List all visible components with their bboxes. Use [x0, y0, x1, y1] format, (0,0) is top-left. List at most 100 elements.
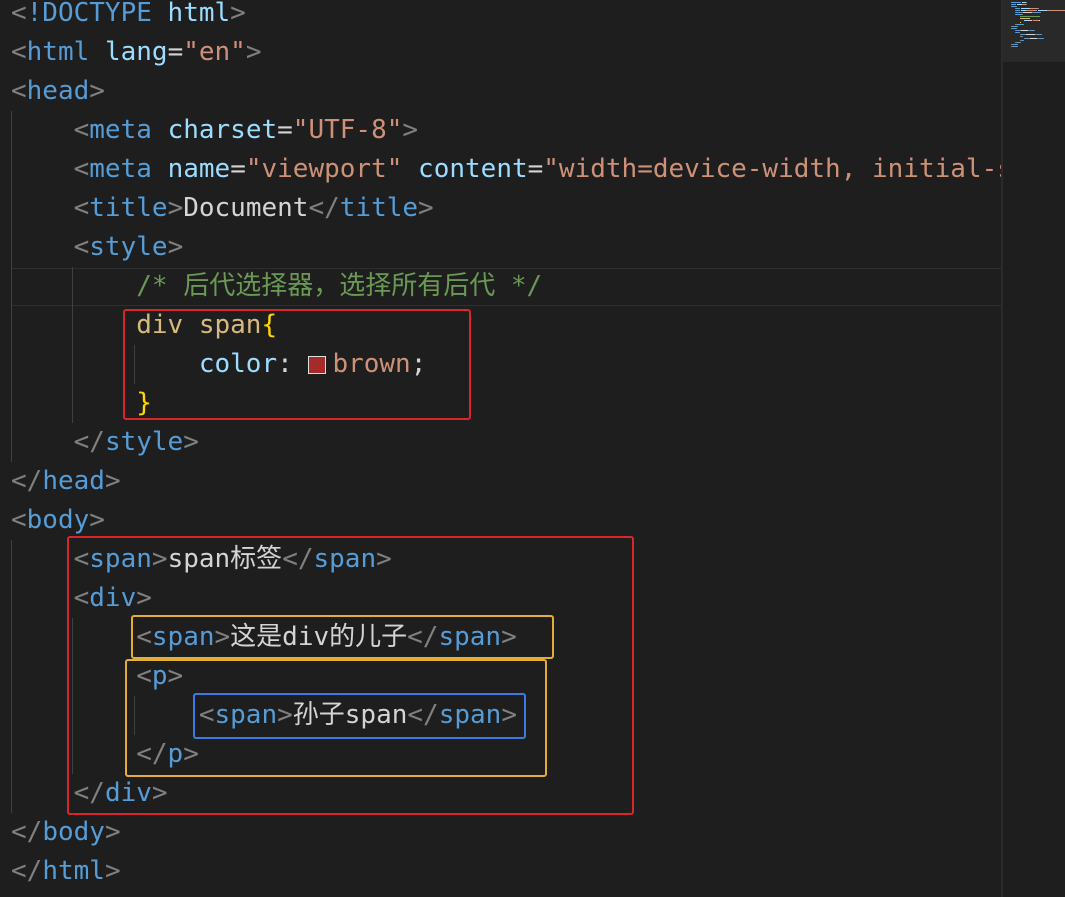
minimap-token	[1020, 16, 1040, 17]
minimap[interactable]	[1003, 0, 1065, 897]
code-token: body	[26, 505, 90, 535]
code-token: </	[73, 427, 105, 457]
minimap-token	[1038, 8, 1039, 9]
code-token: </	[11, 856, 43, 886]
code-line[interactable]: <style>	[11, 228, 184, 267]
code-token: >	[183, 427, 199, 457]
minimap-token	[1016, 10, 1020, 11]
code-token: >	[89, 505, 105, 535]
grandchild-span-highlight-box	[193, 693, 526, 739]
minimap-token	[1016, 28, 1017, 29]
code-line[interactable]: <head>	[11, 72, 105, 111]
code-token: >	[402, 115, 419, 145]
code-token: =	[527, 154, 544, 184]
code-token: </	[11, 817, 43, 847]
minimap-token	[1012, 2, 1021, 3]
code-token: <	[11, 0, 27, 28]
minimap-token	[1023, 40, 1024, 41]
code-token: body	[42, 817, 105, 847]
code-token: =	[277, 115, 293, 145]
minimap-token	[1038, 10, 1046, 11]
code-line[interactable]: <body>	[11, 501, 105, 540]
minimap-token	[1030, 8, 1038, 9]
minimap-token	[1022, 36, 1023, 37]
code-token: /* 后代选择器，选择所有后代 */	[136, 271, 543, 301]
code-line[interactable]: </style>	[11, 423, 199, 462]
code-token: content	[418, 154, 528, 184]
code-token: style	[89, 232, 168, 262]
code-token: title	[339, 193, 419, 223]
minimap-token	[1026, 4, 1027, 5]
code-token: <	[11, 505, 27, 535]
code-token: >	[104, 817, 121, 847]
minimap-token	[1039, 20, 1040, 21]
minimap-token	[1026, 34, 1035, 35]
minimap-token	[1029, 18, 1030, 19]
minimap-token	[1017, 44, 1018, 45]
code-token: meta	[89, 154, 152, 184]
minimap-token	[1043, 38, 1044, 39]
minimap-token	[1023, 24, 1024, 25]
code-token: !DOCTYPE	[26, 0, 152, 28]
child-span-highlight-box	[131, 615, 554, 659]
code-token: <	[11, 76, 27, 106]
code-line[interactable]: </body>	[11, 813, 121, 852]
code-line[interactable]: </head>	[11, 462, 121, 501]
code-token: head	[26, 76, 90, 106]
code-token: "UTF-8"	[292, 115, 403, 145]
minimap-token	[1020, 22, 1021, 23]
minimap-token	[1040, 12, 1041, 13]
code-token: >	[418, 193, 434, 223]
minimap-token	[1030, 38, 1037, 39]
code-token: >	[167, 232, 184, 262]
code-editor[interactable]: <!DOCTYPE html> <html lang="en"> <head> <m…	[0, 0, 1065, 897]
code-line[interactable]: <html lang="en">	[11, 33, 262, 72]
code-token: >	[89, 76, 105, 106]
minimap-token	[1016, 8, 1020, 9]
code-token: </	[308, 193, 340, 223]
code-line[interactable]: <meta charset="UTF-8">	[11, 111, 418, 150]
code-token: Document	[183, 193, 309, 223]
minimap-token	[1016, 6, 1017, 7]
minimap-token	[1026, 10, 1037, 11]
code-token: head	[42, 466, 105, 496]
code-line[interactable]: /* 后代选择器，选择所有后代 */	[11, 267, 542, 306]
code-token: meta	[89, 115, 152, 145]
code-token: lang	[104, 37, 168, 67]
code-token: >	[167, 193, 184, 223]
code-token: charset	[167, 115, 278, 145]
code-line[interactable]: <title>Document</title>	[11, 189, 434, 228]
minimap-token	[1047, 10, 1065, 11]
minimap-token	[1020, 42, 1021, 43]
code-token: <	[73, 115, 90, 145]
code-token: <	[73, 232, 90, 262]
code-token: >	[230, 0, 246, 28]
minimap-token	[1022, 14, 1023, 15]
code-line[interactable]: </html>	[11, 852, 121, 891]
code-token: >	[104, 466, 121, 496]
code-token: <	[73, 193, 90, 223]
code-line[interactable]: <!DOCTYPE html>	[11, 0, 246, 33]
code-token: html	[167, 0, 231, 28]
code-token: =	[167, 37, 184, 67]
editor-text-area[interactable]: <!DOCTYPE html> <html lang="en"> <head> <m…	[0, 0, 1001, 897]
code-line[interactable]: <meta name="viewport" content="width=dev…	[11, 150, 1001, 189]
code-token: <	[73, 154, 90, 184]
minimap-token	[1017, 26, 1018, 27]
code-token: >	[245, 37, 262, 67]
minimap-token	[1041, 34, 1042, 35]
code-token: title	[89, 193, 168, 223]
